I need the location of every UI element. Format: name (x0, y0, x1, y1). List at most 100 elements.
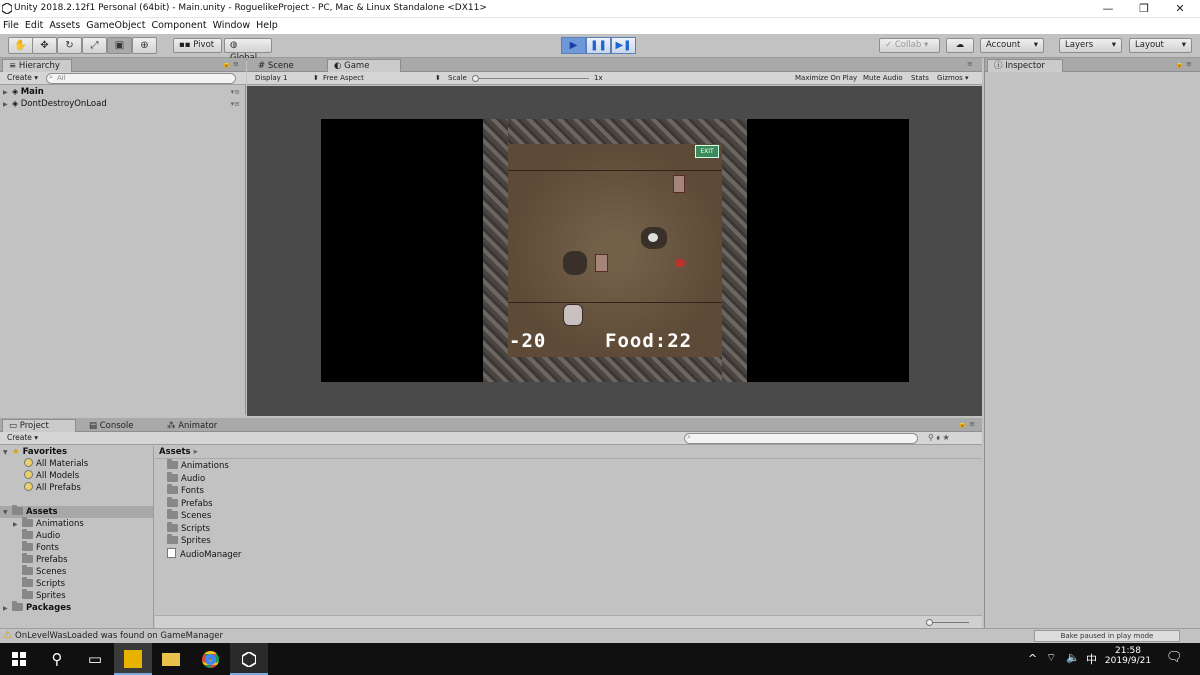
hierarchy-row[interactable]: ▶ ◈ DontDestroyOnLoad ▾≡ (0, 98, 246, 110)
move-tool-icon[interactable]: ✥ (32, 37, 57, 54)
stats-toggle[interactable]: Stats (911, 72, 929, 85)
file-item[interactable]: Audio (167, 471, 467, 486)
rotate-tool-icon[interactable]: ↻ (57, 37, 82, 54)
file-item[interactable]: Fonts (167, 484, 467, 498)
panel-menu-icon[interactable]: 🔒 ≡ (1175, 60, 1192, 68)
expand-arrow-icon[interactable]: ▼ (3, 507, 12, 519)
pause-button[interactable]: ❚❚ (586, 37, 611, 54)
minimize-button[interactable]: — (1090, 0, 1126, 18)
favorites-row[interactable]: ▼ ★ Favorites (0, 446, 153, 458)
tab-project[interactable]: ▭ Project (2, 419, 76, 432)
file-item[interactable]: Scenes (167, 509, 467, 523)
tray-chevron-up-icon[interactable]: ^ (1028, 652, 1037, 665)
transform-tool-icon[interactable]: ⊕ (132, 37, 157, 54)
chrome-icon[interactable] (191, 643, 229, 675)
hierarchy-row[interactable]: ▶ ◈ Main ▾≡ (0, 86, 246, 98)
expand-arrow-icon[interactable]: ▶ (3, 99, 12, 111)
icon-size-slider-thumb[interactable] (926, 619, 933, 626)
hierarchy-search-input[interactable]: ⌕ All (46, 73, 236, 84)
hierarchy-create-button[interactable]: Create ▾ (4, 73, 41, 84)
tab-game-label: Game (344, 61, 370, 71)
cloud-button[interactable]: ☁ (946, 38, 974, 53)
clock[interactable]: 21:58 2019/9/21 (1104, 646, 1152, 666)
asset-tree-item[interactable]: Sprites (0, 589, 153, 602)
network-icon[interactable]: ⌔ (1046, 651, 1056, 665)
scale-slider[interactable] (473, 78, 589, 79)
search-icon[interactable]: ⚲ (38, 643, 76, 675)
favorite-label: All Models (36, 471, 80, 481)
menu-assets[interactable]: Assets (46, 18, 83, 31)
row-menu-icon[interactable]: ▾≡ (231, 86, 240, 98)
folder-tab-icon: ▭ (9, 421, 20, 431)
tab-inspector[interactable]: ⓘ Inspector (987, 59, 1063, 72)
packages-row[interactable]: ▶ Packages (0, 601, 153, 615)
unity-taskbar-icon[interactable] (230, 643, 268, 675)
close-button[interactable]: ✕ (1162, 0, 1198, 18)
menu-help[interactable]: Help (253, 18, 281, 31)
inspector-panel: ⓘ Inspector 🔒 ≡ (984, 58, 1200, 628)
project-search-input[interactable]: ⌕ (684, 433, 918, 444)
display-dropdown[interactable]: Display 1 ⬍ (255, 72, 319, 85)
status-message[interactable]: OnLevelWasLoaded was found on GameManage… (15, 631, 223, 641)
ime-indicator[interactable]: 中 (1086, 651, 1097, 667)
maximize-button[interactable]: ❐ (1126, 0, 1162, 18)
aspect-dropdown[interactable]: Free Aspect ⬍ (323, 72, 443, 85)
file-item[interactable]: Animations (167, 459, 467, 473)
favorite-item[interactable]: All Materials (0, 458, 153, 470)
file-explorer-icon[interactable] (152, 643, 190, 675)
panel-menu-icon[interactable]: ≡ (967, 60, 973, 68)
mute-audio-toggle[interactable]: Mute Audio (863, 72, 903, 85)
favorite-item[interactable]: All Prefabs (0, 482, 153, 494)
expand-arrow-icon[interactable]: ▼ (3, 447, 12, 459)
filter-icons[interactable]: ⚲ ⬧ ★ (928, 433, 950, 443)
expand-arrow-icon[interactable]: ▶ (3, 603, 12, 615)
layers-dropdown[interactable]: Layers ▾ (1059, 38, 1122, 53)
menu-component[interactable]: Component (148, 18, 209, 31)
maximize-on-play-toggle[interactable]: Maximize On Play (793, 72, 859, 85)
task-view-icon[interactable]: ▭ (76, 643, 114, 675)
layout-dropdown[interactable]: Layout ▾ (1129, 38, 1192, 53)
favorite-item[interactable]: All Models (0, 470, 153, 482)
file-item[interactable]: Scripts (167, 521, 467, 536)
icon-size-slider[interactable] (929, 622, 969, 623)
panel-menu-icon[interactable]: 🔒 ≡ (958, 420, 975, 428)
tab-game[interactable]: ◐ Game (327, 59, 401, 72)
scale-slider-thumb[interactable] (472, 75, 479, 82)
project-panel: ▭ Project ▤ Console ⁂ Animator 🔒 ≡ Creat… (0, 416, 982, 628)
step-button[interactable]: ▶❚ (611, 37, 636, 54)
file-item[interactable]: AudioManager (167, 547, 467, 561)
tab-hierarchy[interactable]: ≡ Hierarchy (2, 59, 72, 72)
hand-tool-icon[interactable]: ✋ (8, 37, 33, 54)
collab-dropdown[interactable]: ✓ Collab ▾ (879, 38, 940, 53)
powerbi-app-icon[interactable] (114, 643, 152, 675)
row-menu-icon[interactable]: ▾≡ (231, 98, 240, 110)
windows-start-icon[interactable] (0, 643, 38, 675)
file-item[interactable]: Prefabs (167, 496, 467, 511)
breadcrumb-item[interactable]: Assets (159, 447, 191, 457)
scene-name: Main (20, 87, 44, 97)
game-view-toolbar: Display 1 ⬍ Free Aspect ⬍ Scale 1x Maximiz… (247, 72, 982, 85)
menu-window[interactable]: Window (210, 18, 253, 31)
file-item[interactable]: Sprites (167, 534, 467, 548)
rect-tool-icon[interactable]: ▣ (107, 37, 132, 54)
pivot-toggle[interactable]: ▪▪ Pivot (173, 38, 222, 53)
menu-edit[interactable]: Edit (22, 18, 46, 31)
game-board[interactable]: EXIT -20 Food:22 (483, 119, 747, 382)
volume-icon[interactable]: 🔈 (1066, 651, 1080, 664)
tab-console[interactable]: ▤ Console (82, 419, 152, 432)
project-footer (155, 615, 982, 628)
account-dropdown[interactable]: Account ▾ (980, 38, 1044, 53)
folder-icon (162, 653, 180, 666)
menu-gameobject[interactable]: GameObject (83, 18, 148, 31)
play-button[interactable]: ▶ (561, 37, 586, 54)
tab-scene[interactable]: # Scene (251, 59, 311, 72)
notification-icon[interactable]: 🗨 (1166, 650, 1183, 665)
global-toggle[interactable]: ◍ Global (224, 38, 272, 63)
tab-animator[interactable]: ⁂ Animator (160, 419, 230, 432)
project-create-button[interactable]: Create ▾ (4, 433, 41, 444)
menu-file[interactable]: File (0, 18, 22, 31)
gizmos-dropdown[interactable]: Gizmos ▾ (937, 72, 969, 85)
panel-menu-icon[interactable]: 🔒 ≡ (222, 60, 239, 68)
expand-arrow-icon[interactable]: ▶ (13, 519, 22, 531)
scale-tool-icon[interactable]: ⤢ (82, 37, 107, 54)
